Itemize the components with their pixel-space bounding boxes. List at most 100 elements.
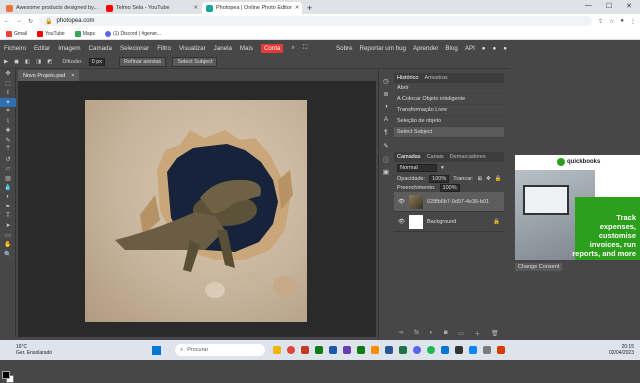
maximize-icon[interactable]: ☐	[606, 2, 612, 10]
app-icon[interactable]	[497, 346, 506, 354]
layer-mask-icon[interactable]: ◙	[444, 330, 448, 336]
excel-icon[interactable]	[399, 346, 408, 354]
history-panel-icon[interactable]: ◷	[379, 74, 393, 87]
taskbar-search[interactable]: ⌕ Procurar	[175, 344, 266, 356]
menu-edit[interactable]: Editar	[34, 45, 50, 52]
bookmark-discord[interactable]: (1) Discord | #gener...	[104, 30, 161, 37]
layer-row[interactable]: 👁 Background 🔒	[394, 212, 504, 232]
link-layers-icon[interactable]: ∞	[399, 330, 403, 336]
eye-icon[interactable]: 👁	[398, 219, 405, 225]
history-item[interactable]: Seleção de objeto	[394, 116, 504, 127]
adjustments-panel-icon[interactable]: ◑	[379, 100, 393, 113]
menu-view[interactable]: Visualizar	[179, 45, 206, 52]
clone-stamp-tool-icon[interactable]: ⍑	[0, 145, 16, 155]
link-learn[interactable]: Aprender	[413, 45, 438, 52]
word-icon[interactable]	[385, 346, 394, 354]
tab-history[interactable]: Histórico	[397, 75, 418, 81]
fullscreen-icon[interactable]: ⛶	[303, 44, 307, 52]
select-subject-button[interactable]: Select Subject	[172, 56, 218, 67]
character-panel-icon[interactable]: A	[379, 113, 393, 126]
more-icon[interactable]: ⋮	[630, 18, 636, 25]
hand-tool-icon[interactable]: ✋	[0, 240, 16, 250]
app-icon[interactable]	[483, 346, 492, 354]
spotify-icon[interactable]	[427, 346, 436, 354]
twitter-icon[interactable]: ●	[493, 45, 497, 52]
file-explorer-icon[interactable]	[273, 346, 282, 354]
image-panel-icon[interactable]: ▣	[379, 165, 393, 178]
history-item-selected[interactable]: Select Subject	[394, 127, 504, 138]
menu-select[interactable]: Selecionar	[120, 45, 149, 52]
eye-icon[interactable]: 👁	[398, 199, 405, 205]
tab-paths[interactable]: Demarcadores	[450, 154, 486, 160]
search-icon[interactable]: ⌕	[291, 44, 294, 52]
weather-widget[interactable]: 16°C Ger. Ensolarado	[16, 344, 52, 356]
account-button[interactable]: Conta	[260, 43, 284, 53]
chrome-icon[interactable]	[287, 346, 296, 354]
layer-effects-icon[interactable]: fx	[414, 330, 419, 336]
lock-position-icon[interactable]: ✥	[486, 176, 491, 182]
facebook-icon[interactable]: ●	[503, 45, 507, 52]
zoom-tool-icon[interactable]: 🔍	[0, 250, 16, 260]
layer-row[interactable]: 👁 028fb6b7-9d97-4e36-b01	[394, 192, 504, 212]
history-item[interactable]: A Colocar Objeto inteligente	[394, 94, 504, 105]
menu-filter[interactable]: Filtro	[157, 45, 171, 52]
history-item[interactable]: Transformação Livre	[394, 105, 504, 116]
menu-image[interactable]: Imagem	[58, 45, 80, 52]
link-api[interactable]: API	[465, 45, 475, 52]
history-item[interactable]: Abrir	[394, 83, 504, 94]
gradient-tool-icon[interactable]: ▤	[0, 174, 16, 184]
tab-channels[interactable]: Canais	[427, 154, 444, 160]
bookmark-youtube[interactable]: YouTube	[37, 30, 65, 37]
bookmark-gmail[interactable]: Gmail	[6, 30, 27, 37]
delete-layer-icon[interactable]: 🗑	[491, 330, 499, 337]
link-blog[interactable]: Blog	[445, 45, 457, 52]
tool-preset-icon[interactable]: ▶	[4, 59, 8, 65]
windows-start-icon[interactable]	[152, 345, 162, 355]
close-window-icon[interactable]: ✕	[626, 2, 632, 10]
shape-tool-icon[interactable]: ▭	[0, 231, 16, 241]
path-select-tool-icon[interactable]: ➤	[0, 221, 16, 231]
lock-all-icon[interactable]: 🔒	[495, 176, 502, 182]
lock-pixels-icon[interactable]: ⊞	[478, 176, 483, 182]
properties-panel-icon[interactable]: ≣	[379, 87, 393, 100]
eraser-tool-icon[interactable]: ▱	[0, 164, 16, 174]
link-report-bug[interactable]: Reportar um bug	[360, 45, 406, 52]
bookmark-maps[interactable]: Maps	[74, 30, 95, 37]
adjustment-layer-icon[interactable]: ◐	[430, 330, 434, 336]
brush-panel-icon[interactable]: ✎	[379, 139, 393, 152]
app-icon[interactable]	[469, 346, 478, 354]
marquee-tool-icon[interactable]: ⬚	[0, 79, 16, 89]
lasso-tool-icon[interactable]: ℓ	[0, 88, 16, 98]
edge-icon[interactable]	[441, 346, 450, 354]
crop-tool-icon[interactable]: ⌗	[0, 107, 16, 117]
new-layer-icon[interactable]: ＋	[474, 329, 480, 338]
close-icon[interactable]: ✕	[193, 5, 198, 11]
back-icon[interactable]: ←	[4, 18, 10, 24]
blur-tool-icon[interactable]: 💧	[0, 183, 16, 193]
refine-edges-button[interactable]: Refinar arestas	[119, 56, 167, 67]
star-icon[interactable]: ☆	[609, 18, 614, 25]
opacity-input[interactable]: 100%	[429, 174, 450, 183]
app-icon[interactable]	[315, 346, 324, 354]
menu-layer[interactable]: Camada	[89, 45, 112, 52]
info-panel-icon[interactable]: ⓘ	[379, 152, 393, 165]
menu-more[interactable]: Mais	[240, 45, 253, 52]
advertisement[interactable]: quickbooks Track expenses, customise inv…	[515, 155, 640, 260]
add-selection-icon[interactable]: ◧	[25, 59, 30, 65]
share-icon[interactable]: ⇪	[598, 18, 603, 25]
blend-mode-select[interactable]: Normal	[397, 164, 437, 172]
menu-window[interactable]: Janela	[214, 45, 232, 52]
minimize-icon[interactable]: —	[585, 2, 592, 10]
link-about[interactable]: Sobre	[336, 45, 353, 52]
tab-layers[interactable]: Camadas	[397, 154, 421, 160]
reload-icon[interactable]: ↻	[28, 18, 33, 25]
discord-icon[interactable]	[413, 346, 422, 354]
menu-file[interactable]: Ficheiro	[4, 45, 26, 52]
document-tab[interactable]: Novo Projeto.psd ×	[18, 70, 80, 81]
forward-icon[interactable]: →	[16, 18, 22, 24]
move-tool-icon[interactable]: ✥	[0, 69, 16, 79]
new-group-icon[interactable]: ▭	[458, 330, 464, 337]
eyedropper-tool-icon[interactable]: ⌇	[0, 117, 16, 127]
foreground-color-swatch[interactable]	[2, 371, 10, 379]
app-icon[interactable]	[329, 346, 338, 354]
